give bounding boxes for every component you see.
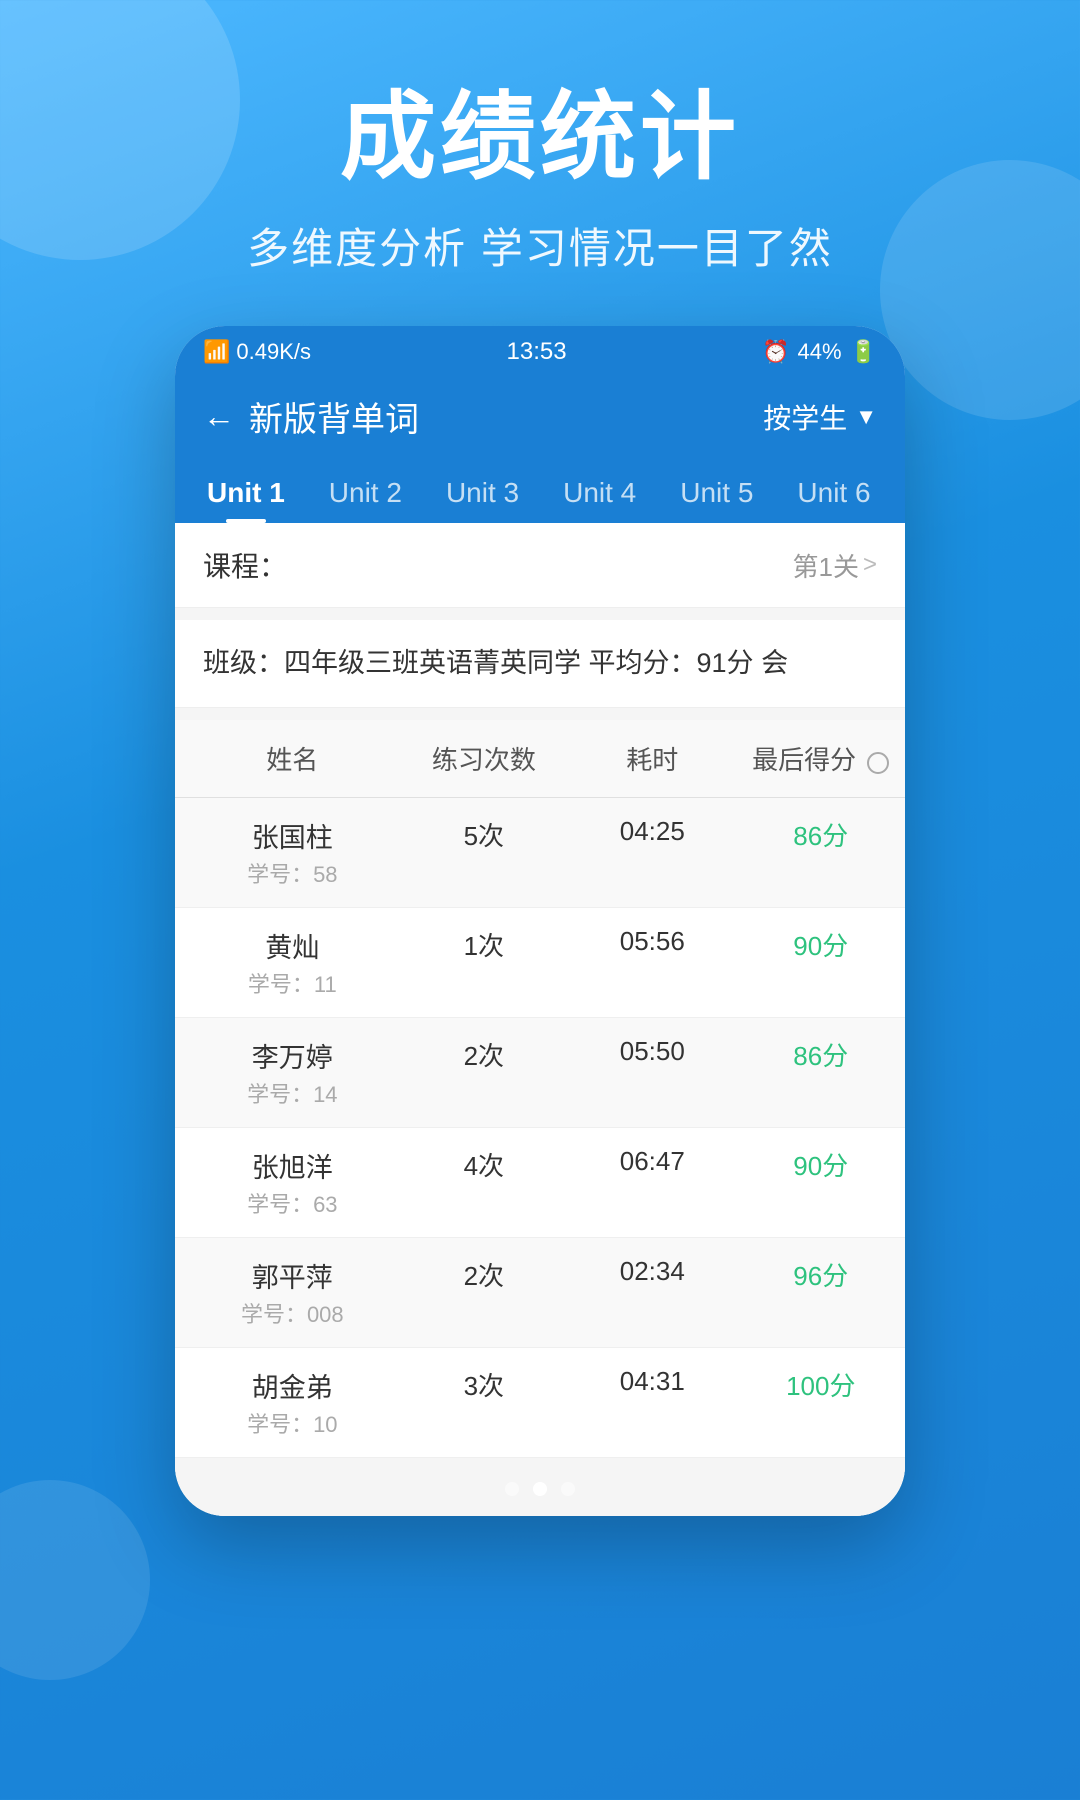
signal-icon: 📶 — [203, 339, 230, 365]
student-name: 胡金弟 — [252, 1366, 333, 1405]
th-practice: 练习次数 — [400, 720, 568, 797]
practice-count: 3次 — [400, 1348, 568, 1457]
app-header-left: ← 新版背单词 — [203, 392, 419, 441]
time-spent: 04:25 — [568, 798, 736, 907]
student-id: 学号：58 — [247, 857, 337, 889]
alarm-icon: ⏰ — [762, 339, 789, 365]
practice-count: 2次 — [400, 1018, 568, 1127]
student-name: 张旭洋 — [252, 1146, 333, 1185]
last-score: 86分 — [737, 798, 905, 907]
table-header: 姓名 练习次数 耗时 最后得分 — [175, 720, 905, 798]
class-info-line1: 班级：四年级三班英语菁英同学 平均分：91分 — [203, 648, 754, 678]
student-name-cell: 张旭洋 学号：63 — [175, 1128, 400, 1237]
student-id: 学号：14 — [247, 1077, 337, 1109]
header-area: 成绩统计 多维度分析 学习情况一目了然 — [0, 0, 1080, 276]
student-name-cell: 郭平萍 学号：008 — [175, 1238, 400, 1347]
sort-icon[interactable] — [867, 752, 889, 774]
th-time: 耗时 — [568, 720, 736, 797]
app-title: 新版背单词 — [249, 392, 419, 441]
course-nav-text: 第1关 — [793, 547, 859, 584]
table-row: 胡金弟 学号：10 3次 04:31 100分 — [175, 1348, 905, 1458]
battery-icon: 🔋 — [850, 339, 877, 365]
class-info-line2: 会 — [761, 648, 788, 678]
unit-tab-4[interactable]: Unit 4 — [541, 459, 658, 523]
signal-speed: 0.49K/s — [236, 339, 311, 365]
last-score: 90分 — [737, 1128, 905, 1237]
student-name: 张国柱 — [252, 816, 333, 855]
time-spent: 05:56 — [568, 908, 736, 1017]
student-name: 李万婷 — [252, 1036, 333, 1075]
course-label: 课程： — [203, 545, 287, 585]
unit-tab-2[interactable]: Unit 2 — [307, 459, 424, 523]
sub-title: 多维度分析 学习情况一目了然 — [0, 215, 1080, 276]
practice-count: 2次 — [400, 1238, 568, 1347]
last-score: 86分 — [737, 1018, 905, 1127]
student-name-cell: 胡金弟 学号：10 — [175, 1348, 400, 1457]
practice-count: 1次 — [400, 908, 568, 1017]
course-nav[interactable]: 第1关 > — [793, 547, 877, 584]
th-name: 姓名 — [175, 720, 400, 797]
last-score: 100分 — [737, 1348, 905, 1457]
student-id: 学号：11 — [248, 967, 337, 999]
student-name-cell: 张国柱 学号：58 — [175, 798, 400, 907]
student-name: 黄灿 — [265, 926, 319, 965]
filter-label: 按学生 — [763, 397, 847, 437]
unit-tab-5[interactable]: Unit 5 — [658, 459, 775, 523]
content-area: 课程： 第1关 > 班级：四年级三班英语菁英同学 平均分：91分 会 姓名 练习… — [175, 523, 905, 1516]
course-nav-arrow-icon: > — [863, 551, 877, 579]
class-info: 班级：四年级三班英语菁英同学 平均分：91分 会 — [175, 620, 905, 708]
app-header-right[interactable]: 按学生 ▼ — [763, 397, 877, 437]
table-row: 张旭洋 学号：63 4次 06:47 90分 — [175, 1128, 905, 1238]
pagination-dot-3[interactable] — [561, 1482, 575, 1496]
student-id: 学号：008 — [241, 1297, 344, 1329]
time-spent: 06:47 — [568, 1128, 736, 1237]
back-button[interactable]: ← — [203, 398, 235, 435]
table-row: 郭平萍 学号：008 2次 02:34 96分 — [175, 1238, 905, 1348]
time-spent: 02:34 — [568, 1238, 736, 1347]
student-id: 学号：10 — [247, 1407, 337, 1439]
table-row: 李万婷 学号：14 2次 05:50 86分 — [175, 1018, 905, 1128]
student-name: 郭平萍 — [252, 1256, 333, 1295]
data-table: 姓名 练习次数 耗时 最后得分 张国柱 学号：58 5次 04:25 86分 — [175, 720, 905, 1458]
class-info-text: 班级：四年级三班英语菁英同学 平均分：91分 会 — [203, 642, 877, 685]
student-name-cell: 李万婷 学号：14 — [175, 1018, 400, 1127]
table-row: 张国柱 学号：58 5次 04:25 86分 — [175, 798, 905, 908]
pagination — [175, 1458, 905, 1516]
unit-tab-3[interactable]: Unit 3 — [424, 459, 541, 523]
main-title: 成绩统计 — [0, 80, 1080, 195]
bg-decoration-bl — [0, 1480, 150, 1680]
unit-tab-1[interactable]: Unit 1 — [185, 459, 307, 523]
battery-level: 44% — [798, 339, 842, 365]
course-row[interactable]: 课程： 第1关 > — [175, 523, 905, 608]
last-score: 90分 — [737, 908, 905, 1017]
dropdown-arrow-icon: ▼ — [855, 404, 877, 430]
app-header: ← 新版背单词 按学生 ▼ — [175, 374, 905, 459]
status-right: ⏰ 44% 🔋 — [762, 339, 877, 365]
status-left: 📶 0.49K/s — [203, 339, 311, 365]
practice-count: 5次 — [400, 798, 568, 907]
phone-mockup: 📶 0.49K/s 13:53 ⏰ 44% 🔋 ← 新版背单词 按学生 ▼ Un… — [175, 326, 905, 1516]
status-time: 13:53 — [507, 338, 567, 366]
pagination-dot-2[interactable] — [533, 1482, 547, 1496]
student-id: 学号：63 — [247, 1187, 337, 1219]
status-bar: 📶 0.49K/s 13:53 ⏰ 44% 🔋 — [175, 326, 905, 374]
last-score: 96分 — [737, 1238, 905, 1347]
table-row: 黄灿 学号：11 1次 05:56 90分 — [175, 908, 905, 1018]
unit-tab-6[interactable]: Unit 6 — [775, 459, 892, 523]
student-name-cell: 黄灿 学号：11 — [175, 908, 400, 1017]
time-spent: 04:31 — [568, 1348, 736, 1457]
pagination-dot-1[interactable] — [505, 1482, 519, 1496]
th-score: 最后得分 — [737, 720, 905, 797]
practice-count: 4次 — [400, 1128, 568, 1237]
unit-tabs: Unit 1 Unit 2 Unit 3 Unit 4 Unit 5 Unit … — [175, 459, 905, 523]
time-spent: 05:50 — [568, 1018, 736, 1127]
